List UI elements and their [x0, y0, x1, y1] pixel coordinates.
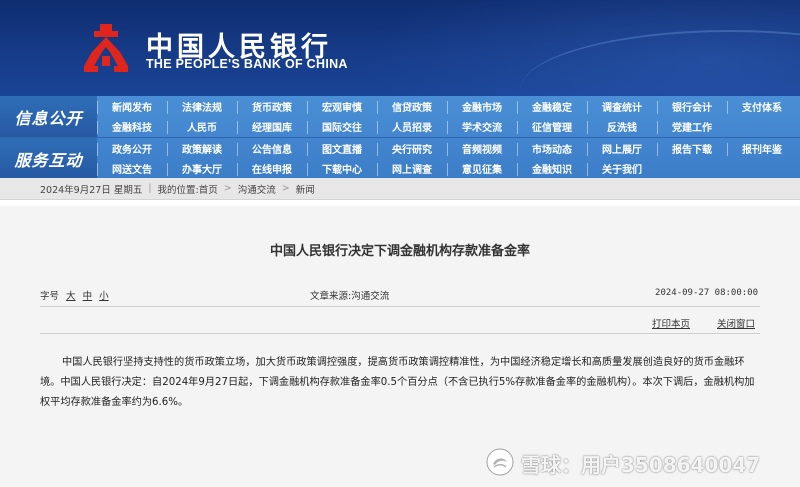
nav-item[interactable]: 金融稳定 — [517, 99, 587, 114]
nav-item[interactable]: 下载中心 — [307, 161, 377, 176]
nav-section-title[interactable]: 服务互动 — [0, 138, 97, 179]
nav-item[interactable]: 人民币 — [167, 119, 237, 134]
article-source: 文章来源:沟通交流 — [310, 291, 390, 302]
article-title: 中国人民银行决定下调金融机构存款准备金率 — [269, 244, 530, 259]
nav-item[interactable]: 人员招录 — [377, 119, 447, 134]
article-body: 中国人民银行坚持支持性的货币政策立场，加大货币政策调控强度，提高货币政策调控精准… — [40, 357, 755, 408]
pboc-logo-icon[interactable] — [80, 22, 132, 74]
nav-item[interactable]: 信贷政策 — [377, 99, 447, 114]
breadcrumb-label: 我的位置: — [157, 184, 199, 196]
nav-section-title[interactable]: 信息公开 — [0, 96, 97, 137]
font-size-large-link[interactable]: 大 — [66, 291, 76, 302]
nav-grid: 政务公开 政策解读 公告信息 图文直播 央行研究 音频视频 市场动态 网上展厅 … — [97, 138, 800, 179]
nav-item[interactable]: 图文直播 — [307, 141, 377, 156]
nav-item[interactable]: 网上展厅 — [587, 141, 657, 156]
nav-item[interactable]: 关于我们 — [587, 161, 657, 176]
nav-item[interactable]: 网上调查 — [377, 161, 447, 176]
font-size-small-link[interactable]: 小 — [99, 291, 109, 302]
nav-item[interactable]: 国际交往 — [307, 119, 377, 134]
nav-item[interactable]: 金融知识 — [517, 161, 587, 176]
site-title-en[interactable]: THE PEOPLE'S BANK OF CHINA — [146, 57, 348, 71]
breadcrumb-section[interactable]: 沟通交流 — [238, 182, 276, 196]
nav-item[interactable]: 音频视频 — [447, 141, 517, 156]
nav-item[interactable]: 意见征集 — [447, 161, 517, 176]
nav-item[interactable]: 央行研究 — [377, 141, 447, 156]
breadcrumb-separator: > — [223, 183, 232, 194]
font-size-label: 字号 — [40, 291, 60, 302]
nav-item[interactable]: 宏观审慎 — [307, 99, 377, 114]
nav-section-service: 服务互动 政务公开 政策解读 公告信息 图文直播 央行研究 音频视频 市场动态 … — [0, 137, 800, 179]
nav-row: 政务公开 政策解读 公告信息 图文直播 央行研究 音频视频 市场动态 网上展厅 … — [97, 138, 800, 158]
nav-item[interactable]: 反洗钱 — [587, 119, 657, 134]
nav-item[interactable]: 办事大厅 — [167, 161, 237, 176]
nav-item[interactable]: 金融科技 — [97, 119, 167, 134]
nav-row: 网送文告 办事大厅 在线申报 下载中心 网上调查 意见征集 金融知识 关于我们 — [97, 158, 800, 179]
article-datetime: 2024-09-27 08:00:00 — [655, 288, 758, 298]
divider — [40, 306, 760, 307]
close-window-link[interactable]: 关闭窗口 — [717, 316, 755, 330]
breadcrumb-separator: | — [148, 183, 152, 194]
nav-item[interactable]: 市场动态 — [517, 141, 587, 156]
nav-item[interactable]: 公告信息 — [237, 141, 307, 156]
nav-item[interactable]: 报告下载 — [657, 141, 727, 156]
nav-section-info: 信息公开 新闻发布 法律法规 货币政策 宏观审慎 信贷政策 金融市场 金融稳定 … — [0, 96, 800, 137]
snowball-icon — [486, 448, 514, 476]
breadcrumb-separator: > — [281, 183, 290, 194]
print-page-link[interactable]: 打印本页 — [652, 316, 690, 330]
font-size-medium-link[interactable]: 中 — [83, 291, 93, 302]
divider — [40, 333, 760, 334]
nav-row: 金融科技 人民币 经理国库 国际交往 人员招录 学术交流 征信管理 反洗钱 党建… — [97, 116, 800, 137]
nav-item[interactable]: 金融市场 — [447, 99, 517, 114]
watermark-text: 雪球：用户3508640047 — [521, 453, 761, 477]
breadcrumb: 2024年9月27日 星期五 | 我的位置: 首页 > 沟通交流 > 新闻 — [0, 178, 800, 200]
nav-item[interactable]: 法律法规 — [167, 99, 237, 114]
nav-item[interactable]: 征信管理 — [517, 119, 587, 134]
nav-item[interactable]: 支付体系 — [727, 99, 797, 114]
nav-item[interactable]: 政策解读 — [167, 141, 237, 156]
nav-item[interactable]: 经理国库 — [237, 119, 307, 134]
font-size-control: 字号 大 中 小 — [40, 288, 109, 302]
site-header: 中国人民银行 THE PEOPLE'S BANK OF CHINA — [0, 0, 800, 96]
article-meta: 字号 大 中 小 文章来源:沟通交流 2024-09-27 08:00:00 — [40, 288, 760, 302]
nav-row: 新闻发布 法律法规 货币政策 宏观审慎 信贷政策 金融市场 金融稳定 调查统计 … — [97, 96, 800, 116]
nav-item[interactable]: 党建工作 — [657, 119, 727, 134]
nav-item[interactable]: 新闻发布 — [97, 99, 167, 114]
nav-item[interactable]: 在线申报 — [237, 161, 307, 176]
main-nav: 信息公开 新闻发布 法律法规 货币政策 宏观审慎 信贷政策 金融市场 金融稳定 … — [0, 96, 800, 179]
nav-item[interactable]: 调查统计 — [587, 99, 657, 114]
nav-item[interactable]: 学术交流 — [447, 119, 517, 134]
nav-grid: 新闻发布 法律法规 货币政策 宏观审慎 信贷政策 金融市场 金融稳定 调查统计 … — [97, 96, 800, 137]
nav-item[interactable]: 货币政策 — [237, 99, 307, 114]
breadcrumb-page[interactable]: 新闻 — [296, 182, 315, 196]
nav-item[interactable]: 银行会计 — [657, 99, 727, 114]
nav-item[interactable]: 网送文告 — [97, 161, 167, 176]
current-date: 2024年9月27日 星期五 — [40, 184, 143, 196]
nav-item[interactable]: 政务公开 — [97, 141, 167, 156]
breadcrumb-home[interactable]: 首页 — [199, 182, 218, 196]
watermark: 雪球：用户3508640047 — [485, 445, 795, 481]
nav-item[interactable]: 报刊年鉴 — [727, 141, 797, 156]
